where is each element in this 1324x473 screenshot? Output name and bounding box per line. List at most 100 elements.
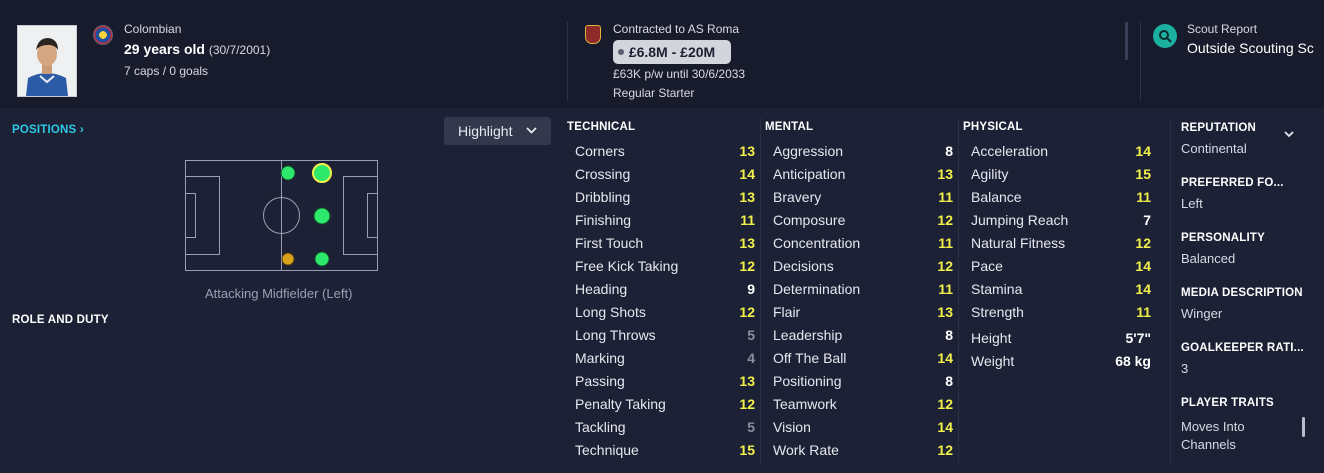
- attribute-row[interactable]: Aggression 8: [765, 140, 953, 163]
- attribute-row[interactable]: Penalty Taking 12: [567, 393, 755, 416]
- attribute-value: 11: [740, 212, 755, 228]
- goalkeeper-rating-value: 3: [1181, 361, 1189, 376]
- attribute-row[interactable]: Decisions 12: [765, 255, 953, 278]
- attribute-value: 12: [1135, 235, 1151, 251]
- attribute-row[interactable]: Work Rate 12: [765, 439, 953, 462]
- attribute-row[interactable]: Pace 14: [963, 255, 1151, 278]
- attribute-row[interactable]: First Touch 13: [567, 232, 755, 255]
- weight-label: Weight: [971, 353, 1015, 369]
- attribute-row[interactable]: Natural Fitness 12: [963, 232, 1151, 255]
- attribute-name: Off The Ball: [773, 350, 847, 366]
- scout-report-value[interactable]: Outside Scouting Sc: [1187, 40, 1314, 56]
- attribute-row[interactable]: Passing 13: [567, 370, 755, 393]
- attribute-row[interactable]: Anticipation 13: [765, 163, 953, 186]
- attribute-row[interactable]: Balance 11: [963, 186, 1151, 209]
- attribute-value: 8: [945, 373, 953, 389]
- attribute-row[interactable]: Finishing 11: [567, 209, 755, 232]
- position-dot-dm: [281, 252, 295, 266]
- attribute-name: Bravery: [773, 189, 822, 205]
- attribute-row[interactable]: Marking 4: [567, 347, 755, 370]
- mental-title: MENTAL: [765, 121, 814, 133]
- attribute-row[interactable]: Agility 15: [963, 163, 1151, 186]
- attribute-row[interactable]: Concentration 11: [765, 232, 953, 255]
- attribute-name: Balance: [971, 189, 1022, 205]
- attribute-row[interactable]: Long Shots 12: [567, 301, 755, 324]
- media-description-label: MEDIA DESCRIPTION: [1181, 287, 1303, 299]
- transfer-value-pill[interactable]: £6.8M - £20M: [613, 40, 731, 64]
- attribute-row[interactable]: Strength 11: [963, 301, 1151, 324]
- attribute-row[interactable]: Composure 12: [765, 209, 953, 232]
- header-divider: [567, 22, 568, 100]
- attribute-row[interactable]: Bravery 11: [765, 186, 953, 209]
- attribute-value: 11: [938, 235, 953, 251]
- attribute-name: Technique: [575, 442, 639, 458]
- chevron-down-icon: [526, 117, 537, 155]
- reputation-label: REPUTATION: [1181, 122, 1257, 134]
- attribute-name: Positioning: [773, 373, 842, 389]
- attribute-row[interactable]: Long Throws 5: [567, 324, 755, 347]
- search-icon[interactable]: [1153, 24, 1177, 48]
- attribute-name: Work Rate: [773, 442, 839, 458]
- attribute-row[interactable]: Dribbling 13: [567, 186, 755, 209]
- player-photo: [17, 25, 77, 97]
- attribute-value: 5: [747, 419, 755, 435]
- attribute-value: 14: [937, 419, 953, 435]
- positions-link[interactable]: POSITIONS ›: [12, 124, 84, 136]
- attribute-value: 12: [937, 212, 953, 228]
- caps-goals: 7 caps / 0 goals: [124, 64, 209, 78]
- age-line: 29 years old (30/7/2001): [124, 41, 270, 57]
- attribute-row[interactable]: Teamwork 12: [765, 393, 953, 416]
- position-dot-aml: [312, 163, 332, 183]
- attribute-row[interactable]: Stamina 14: [963, 278, 1151, 301]
- attribute-row[interactable]: Leadership 8: [765, 324, 953, 347]
- attribute-row[interactable]: Determination 11: [765, 278, 953, 301]
- chevron-down-icon[interactable]: [1283, 128, 1295, 143]
- attribute-name: Strength: [971, 304, 1024, 320]
- attribute-value: 12: [937, 258, 953, 274]
- attribute-row[interactable]: Off The Ball 14: [765, 347, 953, 370]
- wage-contract: £63K p/w until 30/6/2033: [613, 67, 746, 81]
- preferred-foot-value: Left: [1181, 196, 1203, 211]
- attribute-value: 13: [937, 304, 953, 320]
- attribute-row[interactable]: Positioning 8: [765, 370, 953, 393]
- position-dot-amc: [313, 207, 331, 225]
- player-trait-line1: Moves Into: [1181, 419, 1245, 434]
- attribute-name: Acceleration: [971, 143, 1049, 159]
- attribute-row[interactable]: Heading 9: [567, 278, 755, 301]
- personality-value: Balanced: [1181, 251, 1236, 266]
- attribute-row[interactable]: Free Kick Taking 12: [567, 255, 755, 278]
- attribute-row[interactable]: Acceleration 14: [963, 140, 1151, 163]
- attribute-name: Teamwork: [773, 396, 837, 412]
- colombia-flag-icon: [93, 25, 113, 45]
- attribute-name: Natural Fitness: [971, 235, 1066, 251]
- attribute-value: 15: [739, 442, 755, 458]
- attribute-row[interactable]: Flair 13: [765, 301, 953, 324]
- preferred-foot-label: PREFERRED FO...: [1181, 177, 1284, 189]
- attribute-name: Stamina: [971, 281, 1023, 297]
- attribute-value: 13: [739, 143, 755, 159]
- attribute-row[interactable]: Jumping Reach 7: [963, 209, 1151, 232]
- attribute-value: 12: [937, 396, 953, 412]
- attribute-row[interactable]: Crossing 14: [567, 163, 755, 186]
- highlight-dropdown[interactable]: Highlight: [444, 117, 551, 145]
- mental-column: MENTAL Aggression 8 Anticipation 13 Bravery 1…: [765, 121, 953, 462]
- squad-status: Regular Starter: [613, 86, 695, 100]
- attribute-name: Corners: [575, 143, 625, 159]
- attribute-row[interactable]: Tackling 5: [567, 416, 755, 439]
- attribute-value: 4: [747, 350, 755, 366]
- attribute-name: First Touch: [575, 235, 644, 251]
- physical-title: PHYSICAL: [963, 121, 1023, 133]
- height-label: Height: [971, 330, 1012, 346]
- scroll-indicator[interactable]: [1125, 22, 1128, 60]
- scrollbar-thumb[interactable]: [1302, 417, 1305, 437]
- attribute-name: Passing: [575, 373, 625, 389]
- player-header: Colombian 29 years old (30/7/2001) 7 cap…: [0, 0, 1324, 108]
- transfer-value: £6.8M - £20M: [628, 44, 716, 60]
- attribute-name: Determination: [773, 281, 861, 297]
- attribute-row[interactable]: Vision 14: [765, 416, 953, 439]
- attribute-row[interactable]: Corners 13: [567, 140, 755, 163]
- attribute-value: 12: [937, 442, 953, 458]
- attribute-row[interactable]: Technique 15: [567, 439, 755, 462]
- attribute-name: Composure: [773, 212, 846, 228]
- attribute-name: Finishing: [575, 212, 632, 228]
